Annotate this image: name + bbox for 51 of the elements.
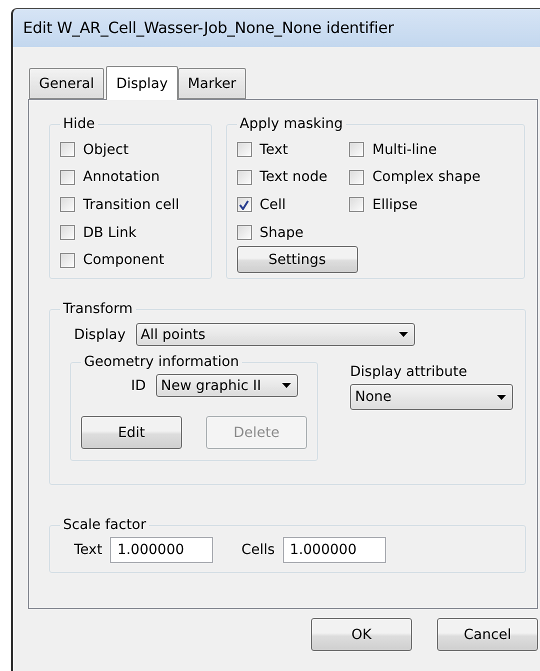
display-dropdown[interactable]: All points <box>136 323 415 346</box>
dialog-button[interactable]: Cancel <box>437 618 538 651</box>
dropdown-arrow-icon <box>497 394 506 400</box>
settings-button[interactable]: Settings <box>236 246 358 274</box>
field-label: Cells <box>241 542 275 558</box>
field-label: Text <box>74 542 102 558</box>
scale-input[interactable]: 1.000000 <box>110 537 214 563</box>
checkbox[interactable] <box>60 252 75 268</box>
field-label: ID <box>131 378 146 394</box>
dropdown-arrow-icon <box>398 332 408 337</box>
dropdown-arrow-icon <box>282 383 291 388</box>
checkbox-label: Component <box>83 252 164 268</box>
checkbox[interactable] <box>349 197 364 212</box>
checkbox-label: Ellipse <box>372 196 418 213</box>
checkbox[interactable] <box>236 225 252 240</box>
checkbox[interactable] <box>236 142 252 158</box>
scale-input[interactable]: 1.000000 <box>282 537 386 563</box>
dialog-button[interactable]: OK <box>311 618 412 651</box>
checkbox[interactable] <box>60 170 75 185</box>
checkbox-label: DB Link <box>83 224 137 241</box>
checkbox-label: Text <box>260 142 288 158</box>
checkbox[interactable] <box>60 142 75 158</box>
checkbox-label: Shape <box>260 224 304 241</box>
checkbox-label: Annotation <box>83 169 160 186</box>
checkmark-icon <box>239 200 250 210</box>
checkbox[interactable] <box>349 142 364 158</box>
checkbox-label: Cell <box>260 196 286 213</box>
checkbox[interactable] <box>349 170 364 185</box>
window-title: Edit W_AR_Cell_Wasser-Job_None_None identifier <box>23 19 394 37</box>
checkbox-label: Object <box>83 142 129 158</box>
field-label: Display <box>74 326 126 342</box>
checkbox-label: Complex shape <box>372 169 480 186</box>
id-dropdown[interactable]: New graphic II <box>156 374 298 397</box>
attribute-dropdown[interactable]: None <box>350 384 513 410</box>
checkbox-label: Text node <box>260 169 328 186</box>
field-label: Display attribute <box>350 364 468 380</box>
tab[interactable]: General <box>29 68 104 99</box>
group-label: Scale factor <box>62 517 148 533</box>
checkbox[interactable] <box>236 170 252 185</box>
checkbox[interactable] <box>60 225 75 240</box>
group-label: Geometry information <box>83 354 240 370</box>
checkbox-label: Multi-line <box>372 142 437 158</box>
checkbox-label: Transition cell <box>83 196 180 213</box>
checkbox[interactable] <box>236 197 252 212</box>
group-label: Apply masking <box>238 116 344 132</box>
checkbox[interactable] <box>60 197 75 212</box>
group-label: Hide <box>62 116 96 132</box>
group-label: Transform <box>62 301 134 317</box>
tab[interactable]: Marker <box>178 68 246 99</box>
action-button[interactable]: Edit <box>81 416 182 449</box>
tab[interactable]: Display <box>106 66 178 100</box>
